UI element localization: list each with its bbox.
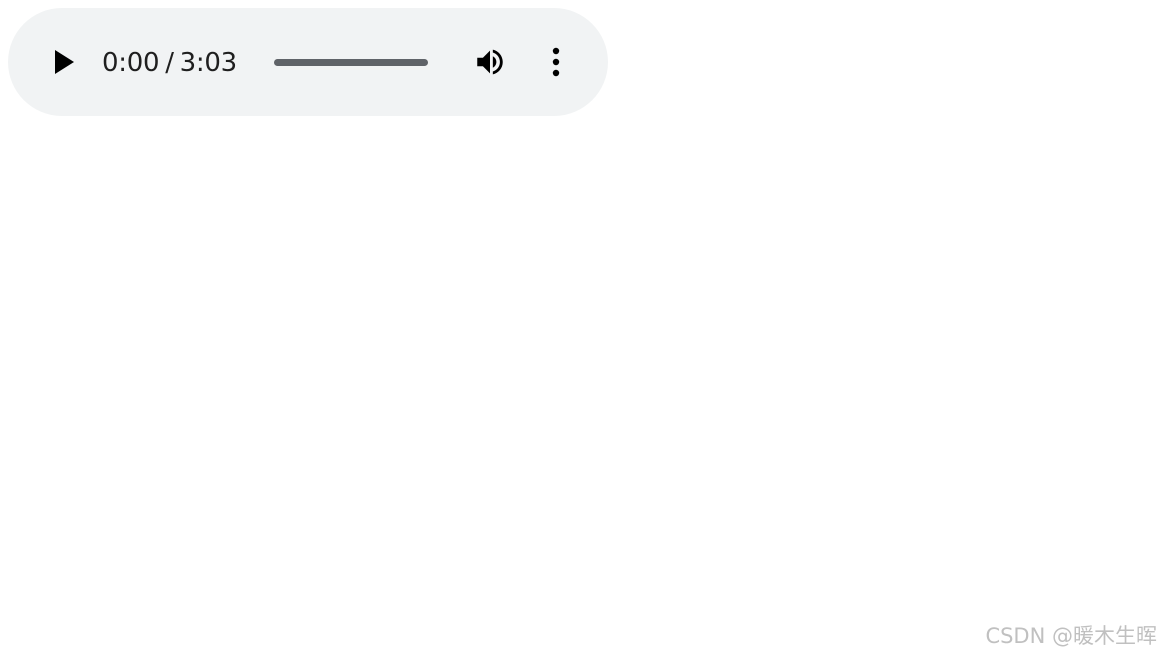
volume-icon [477,49,503,75]
current-time: 0:00 [102,48,160,78]
more-vertical-icon [552,47,560,77]
watermark: CSDN @暖木生晖 [985,624,1157,648]
duration: 3:03 [179,48,237,78]
progress-slider[interactable] [272,54,430,70]
more-options-button[interactable] [536,42,576,82]
audio-player: 0:00/3:03 [8,8,608,116]
play-button[interactable] [44,42,84,82]
volume-button[interactable] [470,42,510,82]
time-display: 0:00/3:03 [102,46,237,80]
play-icon [55,50,74,74]
time-separator: / [165,48,174,78]
progress-track [274,59,428,66]
